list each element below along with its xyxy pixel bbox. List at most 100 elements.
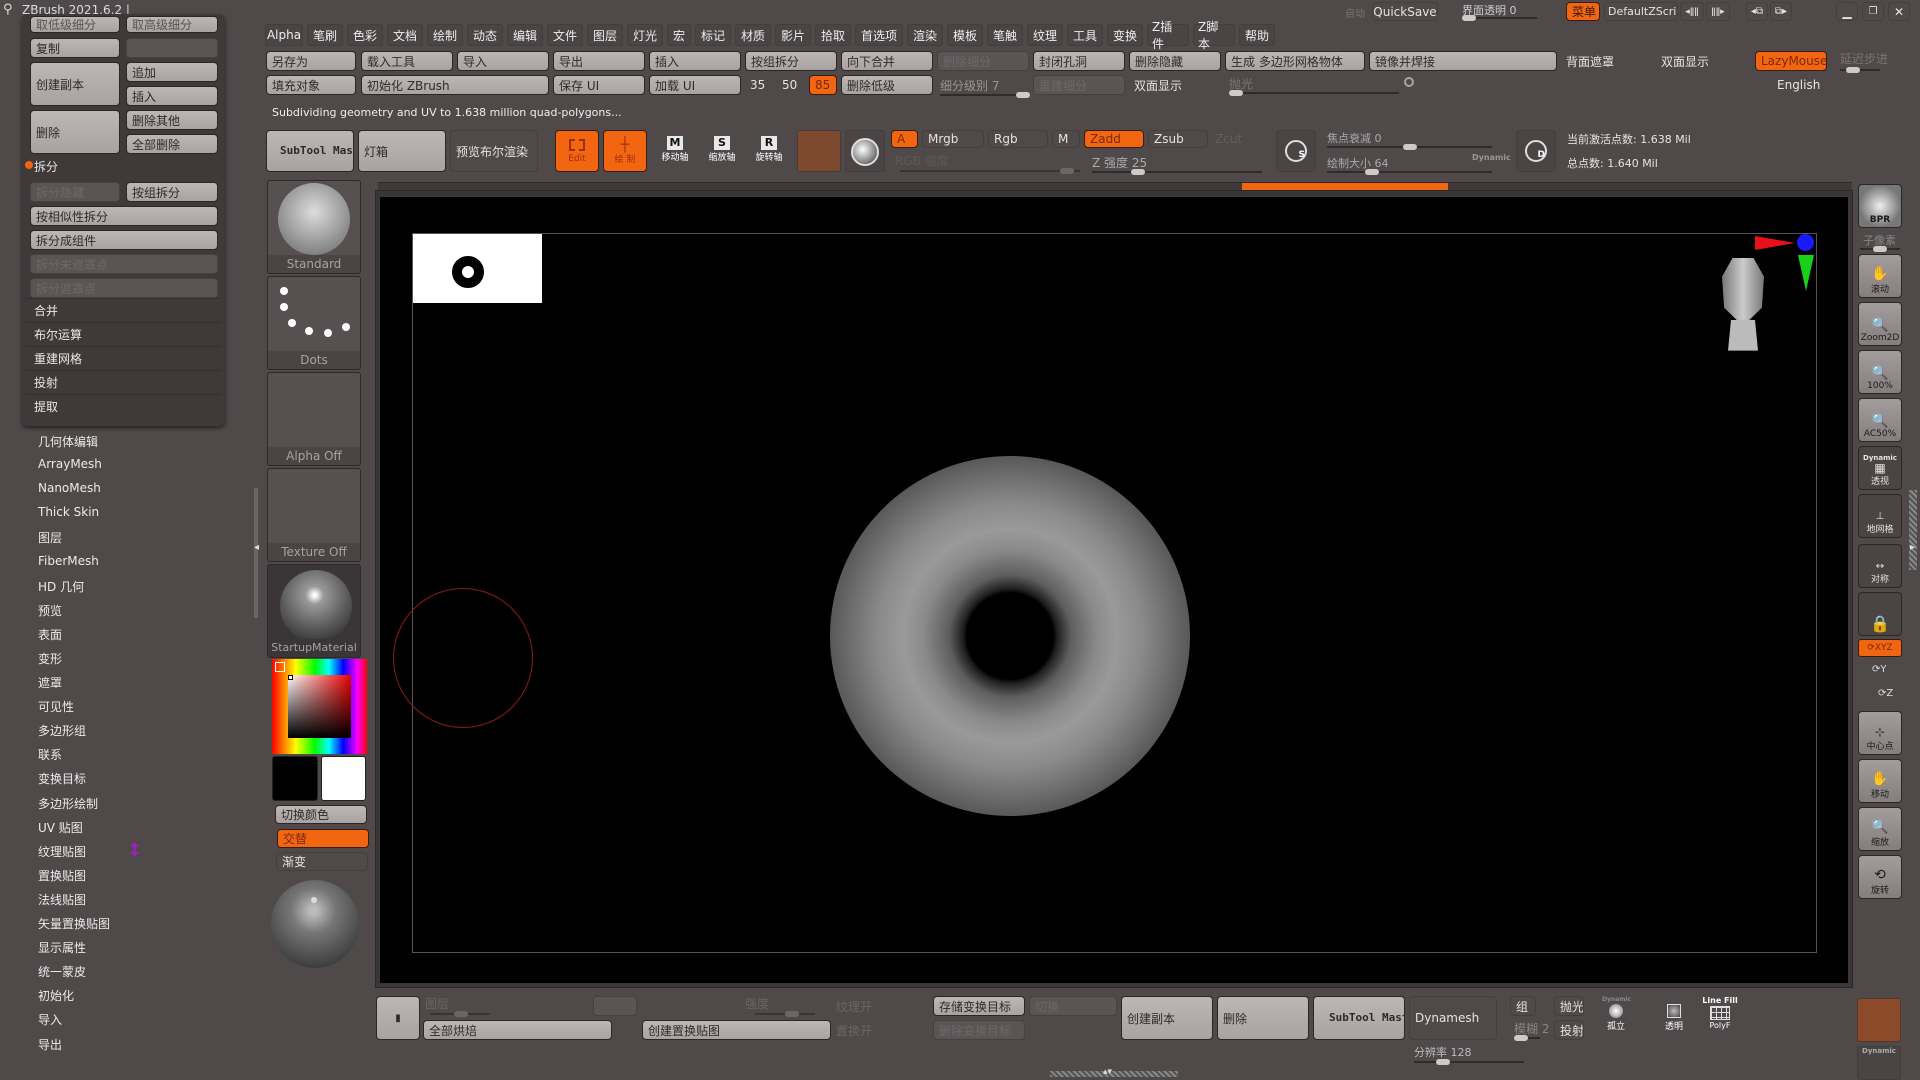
stroke-selector[interactable]: Dots	[267, 276, 361, 370]
rgb-intensity-track[interactable]	[900, 168, 1080, 174]
group-toggle[interactable]: 组	[1510, 996, 1536, 1016]
rotate-xyz-button[interactable]: ⟳XYZ	[1858, 639, 1902, 657]
delete-morph-target-button[interactable]: 删除变换目标	[933, 1020, 1025, 1040]
menu-20[interactable]: 工具	[1067, 24, 1103, 46]
palette-item[interactable]: 统一蒙皮	[38, 963, 86, 980]
menu-16[interactable]: 渲染	[907, 24, 943, 46]
lazy-step-slider[interactable]: 延迟步进	[1840, 50, 1888, 67]
rotate-z-button[interactable]: ⟳Z	[1878, 688, 1893, 699]
ac50-button[interactable]: 🔍 AC50%	[1858, 398, 1902, 442]
quicksave-button[interactable]: QuickSave	[1372, 2, 1438, 21]
preview-boolean-button[interactable]: 预览布尔渲染	[450, 130, 538, 172]
mirror-weld-button[interactable]: 镜像并焊接	[1369, 51, 1557, 71]
intensity-slider[interactable]: 强度	[745, 995, 769, 1012]
layers-toggle-button[interactable]: ▮	[376, 996, 420, 1040]
lazy-step-track[interactable]	[1840, 67, 1880, 73]
scale-axis-button[interactable]: S 缩放轴	[702, 132, 742, 172]
scroll-left-button[interactable]: ◂ǁǁ	[1680, 2, 1704, 21]
export-button[interactable]: 导出	[553, 51, 645, 71]
delete-subtool-button[interactable]: 删除	[30, 110, 120, 154]
palette-item[interactable]: 预览	[38, 602, 62, 619]
orientation-head-icon[interactable]	[1718, 258, 1768, 356]
palette-item[interactable]: 图层	[38, 529, 62, 546]
alternate-button[interactable]: 交替	[277, 829, 369, 848]
transparent-button[interactable]: 透明	[1660, 996, 1688, 1038]
zcut-button[interactable]: Zcut	[1215, 132, 1242, 146]
palette-item[interactable]: 表面	[38, 626, 62, 643]
solo-dynamic-button[interactable]: Dynamic	[1857, 1046, 1901, 1080]
delete-subdiv-button[interactable]: 删除细分	[937, 51, 1029, 71]
bake-all-button[interactable]: 全部烘焙	[423, 1020, 612, 1040]
move-view-button[interactable]: ✋ 移动	[1858, 759, 1902, 803]
collapse-left-arrow-icon[interactable]: ◂	[254, 542, 259, 553]
navigator-thumbnail[interactable]	[413, 234, 542, 303]
right-shelf-scrollbar[interactable]	[1909, 490, 1917, 570]
split-masked-button[interactable]: 拆分遮罩点	[30, 278, 218, 298]
duplicate-button[interactable]: 复制	[30, 38, 120, 58]
floor-grid-button[interactable]: ⊥ 地网格	[1858, 494, 1902, 538]
polish-toggle[interactable]: 抛光	[1554, 996, 1584, 1016]
menu-3[interactable]: 文档	[387, 24, 423, 46]
brush-selector[interactable]: Standard	[267, 180, 361, 274]
higher-subdiv-button[interactable]: 取高级细分	[126, 16, 218, 33]
insert-button[interactable]: 插入	[649, 51, 741, 71]
gizmo-button[interactable]	[797, 130, 841, 172]
palette-item[interactable]: 置换贴图	[38, 867, 86, 884]
switch-color-button[interactable]: 切换颜色	[275, 805, 367, 824]
subtool-section-item[interactable]: 投射	[34, 374, 58, 391]
double-sided-toggle[interactable]: 双面显示	[1129, 75, 1221, 95]
bottom-expand-arrows-icon[interactable]: ▴▾	[1103, 1067, 1112, 1077]
mrgb-button[interactable]: Mrgb	[922, 130, 984, 148]
zadd-button[interactable]: Zadd	[1084, 130, 1144, 148]
subdiv-level-track[interactable]	[940, 92, 1030, 98]
subtool-section-item[interactable]: 合并	[34, 302, 58, 319]
z-intensity-slider[interactable]	[1092, 169, 1262, 175]
split-parts-button[interactable]: 拆分成组件	[30, 230, 218, 250]
split-by-group-button[interactable]: 按组拆分	[745, 51, 837, 71]
color-picker[interactable]	[272, 659, 367, 754]
make-polymesh-button[interactable]: 生成 多边形网格物体	[1225, 51, 1365, 71]
line-fill-button[interactable]: Line Fill PolyF	[1700, 996, 1740, 1038]
menu-18[interactable]: 笔触	[987, 24, 1023, 46]
bpr-render-button[interactable]: BPR	[1858, 184, 1902, 228]
delete-bottom-button[interactable]: 删除	[1217, 996, 1309, 1040]
transparency-track[interactable]	[1462, 15, 1537, 21]
delete-all-button[interactable]: 全部删除	[126, 134, 218, 154]
collapse-right-arrow-icon[interactable]: ▸	[1910, 542, 1915, 553]
color-saturation-box[interactable]	[288, 675, 351, 738]
lazymouse-button[interactable]: LazyMouse	[1755, 51, 1827, 71]
project-toggle[interactable]: 投射	[1554, 1020, 1584, 1040]
alpha-selector[interactable]: Alpha Off	[267, 372, 361, 466]
lock-camera-button[interactable]: 🔒	[1858, 592, 1902, 636]
rotate-y-button[interactable]: ⟳Y	[1872, 664, 1887, 675]
m-button[interactable]: M	[1052, 130, 1080, 148]
menu-15[interactable]: 首选项	[855, 24, 903, 46]
palette-item[interactable]: 可见性	[38, 698, 74, 715]
palette-item[interactable]: FiberMesh	[38, 554, 99, 568]
frame-center-button[interactable]: ⊹ 中心点	[1858, 711, 1902, 755]
menu-5[interactable]: 动态	[467, 24, 503, 46]
rgb-button[interactable]: Rgb	[988, 130, 1048, 148]
intensity-track[interactable]	[755, 1011, 815, 1017]
size-35-button[interactable]: 35	[745, 75, 773, 95]
menu-13[interactable]: 影片	[775, 24, 811, 46]
actual-size-button[interactable]: 🔍 100%	[1858, 350, 1902, 394]
delete-lower-button[interactable]: 删除低级	[841, 75, 933, 95]
resolution-slider[interactable]	[1414, 1059, 1524, 1065]
palette-item[interactable]: ArrayMesh	[38, 457, 102, 471]
texture-selector[interactable]: Texture Off	[267, 468, 361, 562]
menu-17[interactable]: 模板	[947, 24, 983, 46]
lightbox-button[interactable]: 灯箱	[358, 130, 446, 172]
polypaint-color-button[interactable]	[1857, 998, 1901, 1042]
torus-mesh[interactable]	[830, 456, 1190, 816]
subpixel-track[interactable]	[1860, 246, 1900, 252]
polish-track[interactable]	[1229, 90, 1399, 96]
perspective-button[interactable]: Dynamic ▦ 透视	[1858, 446, 1902, 490]
layer-slider-track[interactable]	[430, 1011, 490, 1017]
zsub-button[interactable]: Zsub	[1148, 130, 1208, 148]
create-copy-button[interactable]: 创建副本	[30, 62, 120, 106]
blank-button[interactable]	[126, 38, 218, 58]
palette-scrollbar[interactable]	[254, 488, 258, 618]
secondary-color-swatch[interactable]	[321, 756, 366, 801]
menu-4[interactable]: 绘制	[427, 24, 463, 46]
